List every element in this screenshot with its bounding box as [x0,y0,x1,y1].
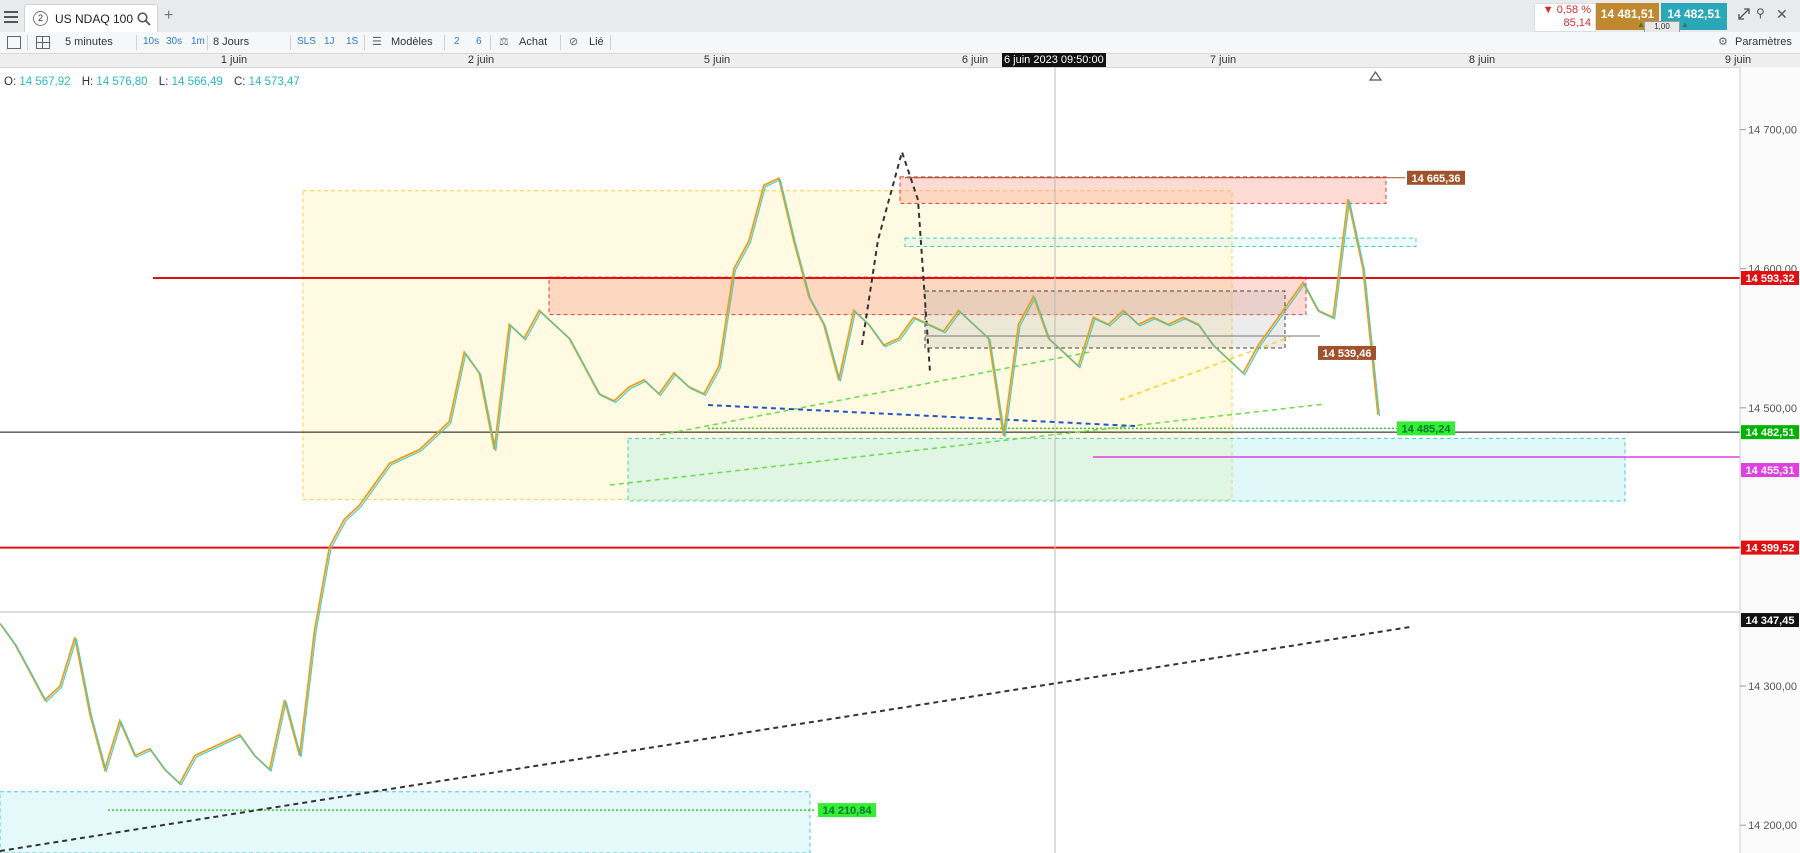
y-tick-label: 14 700,00 [1748,125,1797,137]
high-label: H: [81,76,94,88]
bid-price: 14 481,51 [1600,7,1655,21]
hamburger-icon[interactable] [4,9,18,23]
add-tab-button[interactable]: + [164,7,173,25]
num-button-6[interactable]: 6 [476,34,482,50]
price-chart[interactable]: 14 200,0014 300,0014 400,0014 500,0014 6… [0,67,1800,853]
open-label: O: [4,76,17,88]
link-icon[interactable]: ⊘ [569,34,578,50]
low-label: L: [158,76,169,88]
change-box: ▼ 0,58 % 85,14 [1534,3,1596,32]
price-axis [1740,67,1800,853]
tf-button-1m[interactable]: 1m [191,34,205,50]
date-label: 5 juin [703,54,731,66]
settings-button[interactable]: Paramètres [1735,34,1792,50]
date-label: 2 juin [467,54,495,66]
collapse-icon[interactable] [1738,8,1750,20]
close-icon[interactable]: ✕ [1776,6,1788,23]
mode-button-sls[interactable]: SLS [297,34,316,50]
search-icon[interactable] [137,12,151,26]
instrument-tab[interactable]: 2 US NDAQ 100 [24,4,158,33]
mode-button-1j[interactable]: 1J [324,34,335,50]
cursor-date-label: 6 juin 2023 09:50:00 [1002,53,1106,67]
ohlc-readout: O: 14 567,92 H: 14 576,80 L: 14 566,49 C… [4,76,308,88]
close-value: 14 573,47 [248,76,300,88]
price-tag-label: 14 665,36 [1412,173,1461,185]
settings-icon[interactable]: ⚙ [1718,34,1728,50]
date-axis: 1 juin 2 juin 5 juin 6 juin 7 juin 8 jui… [0,53,1800,68]
zone-red-supply-top [899,176,1387,204]
y-tick-label: 14 200,00 [1748,820,1797,832]
low-value: 14 566,49 [171,76,223,88]
instrument-name: US NDAQ 100 [55,12,134,26]
date-label: 6 juin [961,54,989,66]
alert-bell-icon [1368,70,1383,81]
tab-number-badge: 2 [33,11,48,26]
price-tag-label: 14 347,45 [1746,615,1795,627]
size-up-arrow-right[interactable]: ▲ [1681,20,1689,29]
size-value: 1,00 [1654,22,1670,31]
link-button[interactable]: Lié [589,34,604,50]
zone-grey-range [924,290,1286,349]
grid-layout-icon[interactable] [36,36,50,49]
num-button-2[interactable]: 2 [454,34,460,50]
y-tick-label: 14 500,00 [1748,403,1797,415]
timeframe-select[interactable]: 5 minutes [65,34,113,50]
zone-cyan-demand [627,437,1626,502]
date-label: 1 juin [220,54,248,66]
zone-cyan-line [904,237,1417,247]
top-bar: 2 US NDAQ 100 + ▼ 0,58 % 85,14 14 481,51… [0,0,1800,33]
pin-icon[interactable]: ⚲ [1756,6,1765,20]
buy-order-icon[interactable]: ⚖ [499,34,509,50]
mode-button-1s[interactable]: 1S [346,34,358,50]
size-up-arrow[interactable]: ▲ [1637,20,1645,29]
price-tag-label: 14 210,84 [823,805,873,817]
models-icon[interactable]: ☰ [372,34,382,50]
change-points: 85,14 [1563,17,1591,29]
y-tick-label: 14 300,00 [1748,681,1797,693]
ask-price: 14 482,51 [1667,7,1721,21]
price-tag-label: 14 455,31 [1746,465,1795,477]
zone-cyan-demand-low [0,791,811,853]
price-tag-label: 14 399,52 [1746,543,1795,555]
date-label: 9 juin [1724,54,1752,66]
period-select[interactable]: 8 Jours [213,34,249,50]
buy-order-button[interactable]: Achat [519,34,547,50]
change-pct: ▼ 0,58 % [1542,4,1591,16]
high-value: 14 576,80 [96,76,148,88]
chart-toolbar: 5 minutes 10s 30s 1m 8 Jours SLS 1J 1S ☰… [0,32,1800,54]
panel-icon[interactable] [7,36,21,49]
close-label: C: [233,76,246,88]
price-tag-label: 14 539,46 [1323,348,1372,360]
date-label: 7 juin [1209,54,1237,66]
date-label: 8 juin [1468,54,1496,66]
price-tag-label: 14 593,32 [1746,273,1795,285]
price-tag-label: 14 482,51 [1746,427,1795,439]
price-tag-label: 14 485,24 [1402,423,1452,435]
open-value: 14 567,92 [19,76,71,88]
tf-button-10s[interactable]: 10s [143,34,159,50]
models-button[interactable]: Modèles [391,34,433,50]
tf-button-30s[interactable]: 30s [166,34,182,50]
